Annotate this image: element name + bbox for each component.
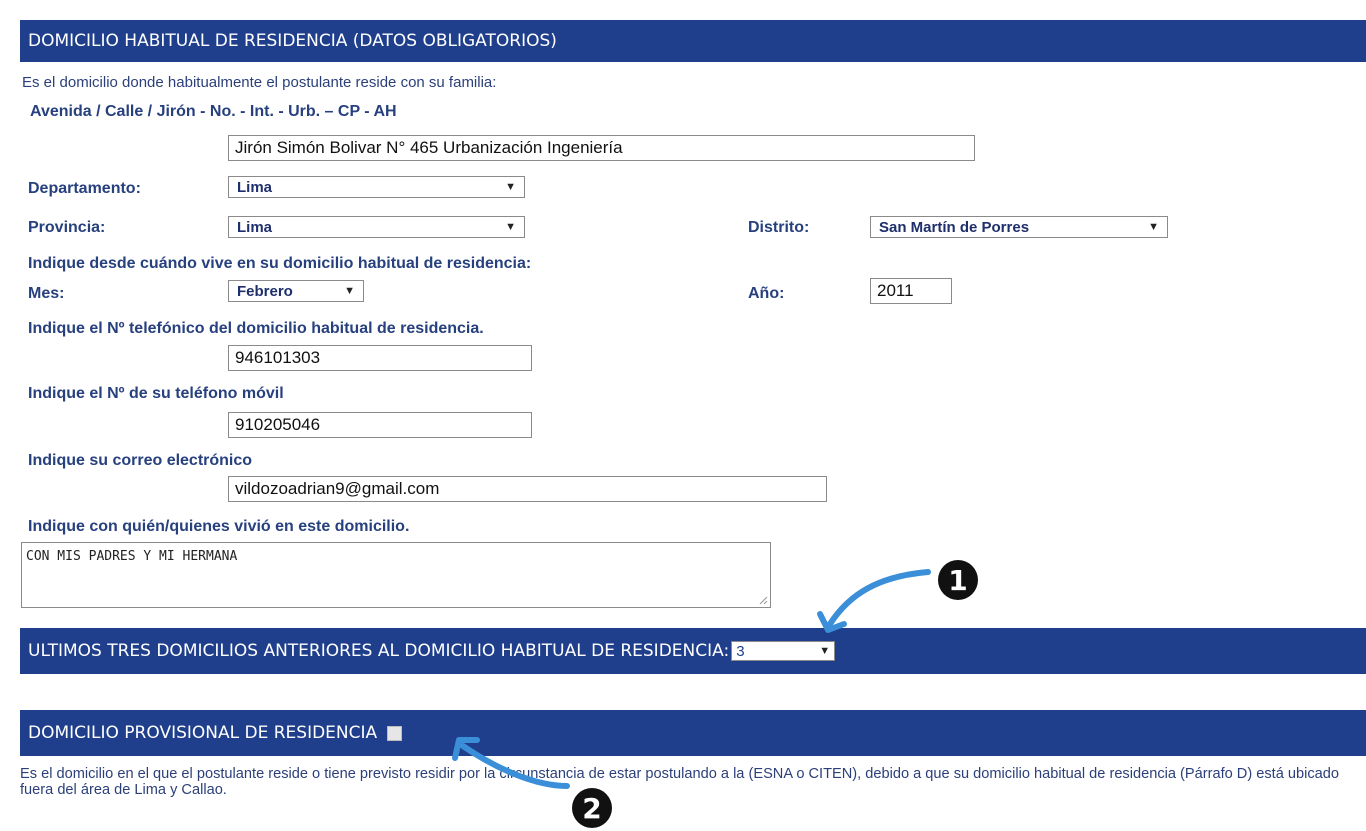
departamento-label: Departamento: [28,180,141,197]
email-input[interactable]: vildozoadrian9@gmail.com [228,476,827,502]
mobile-input[interactable]: 910205046 [228,412,532,438]
annotation-arrow-1 [817,569,931,633]
provisional-checkbox[interactable] [387,725,403,741]
previous-count-value: 3 [736,642,745,660]
dropdown-arrow-icon: ▼ [819,645,831,657]
departamento-select-value: Lima [237,178,273,196]
annotation-marker-1: 1 [938,560,978,600]
dropdown-arrow-icon: ▼ [505,181,516,193]
anio-input[interactable]: 2011 [870,278,952,304]
anio-label: Año: [748,285,785,302]
distrito-label: Distrito: [748,219,810,236]
phone-input[interactable]: 946101303 [228,345,532,371]
provisional-description: Es el domicilio en el que el postulante … [20,766,1340,798]
departamento-select[interactable]: Lima ▼ [228,176,525,198]
section-header-previous: ULTIMOS TRES DOMICILIOS ANTERIORES AL DO… [20,628,1366,674]
intro-text: Es el domicilio donde habitualmente el p… [22,74,497,91]
annotation-marker-2: 2 [572,788,612,828]
lived-with-text: CON MIS PADRES Y MI HERMANA [26,549,238,564]
email-label: Indique su correo electrónico [28,452,253,469]
section-title-habitual: DOMICILIO HABITUAL DE RESIDENCIA (DATOS … [28,31,557,51]
dropdown-arrow-icon: ▼ [505,221,516,233]
since-label: Indique desde cuándo vive en su domicili… [28,255,532,272]
provincia-select-value: Lima [237,218,273,236]
provincia-label: Provincia: [28,219,106,236]
lived-with-label: Indique con quién/quienes vivió en este … [28,518,410,535]
previous-count-select[interactable]: 3 ▼ [731,641,836,661]
phone-label: Indique el Nº telefónico del domicilio h… [28,320,484,337]
address-input[interactable]: Jirón Simón Bolivar N° 465 Urbanización … [228,135,975,161]
annotation-arrow-2 [452,737,570,789]
address-label: Avenida / Calle / Jirón - No. - Int. - U… [30,103,397,120]
distrito-select[interactable]: San Martín de Porres ▼ [870,216,1168,238]
mes-label: Mes: [28,285,65,302]
resize-grip-icon[interactable] [758,595,768,605]
section-title-previous: ULTIMOS TRES DOMICILIOS ANTERIORES AL DO… [28,641,730,661]
section-header-provisional: DOMICILIO PROVISIONAL DE RESIDENCIA [20,710,1366,756]
mes-select[interactable]: Febrero ▼ [228,280,364,302]
provincia-select[interactable]: Lima ▼ [228,216,525,238]
distrito-select-value: San Martín de Porres [879,218,1030,236]
section-title-provisional: DOMICILIO PROVISIONAL DE RESIDENCIA [28,723,378,743]
dropdown-arrow-icon: ▼ [344,285,355,297]
mobile-label: Indique el Nº de su teléfono móvil [28,385,284,402]
lived-with-textarea[interactable]: CON MIS PADRES Y MI HERMANA [21,542,771,608]
mes-select-value: Febrero [237,282,293,300]
section-header-habitual: DOMICILIO HABITUAL DE RESIDENCIA (DATOS … [20,20,1366,62]
dropdown-arrow-icon: ▼ [1148,221,1159,233]
